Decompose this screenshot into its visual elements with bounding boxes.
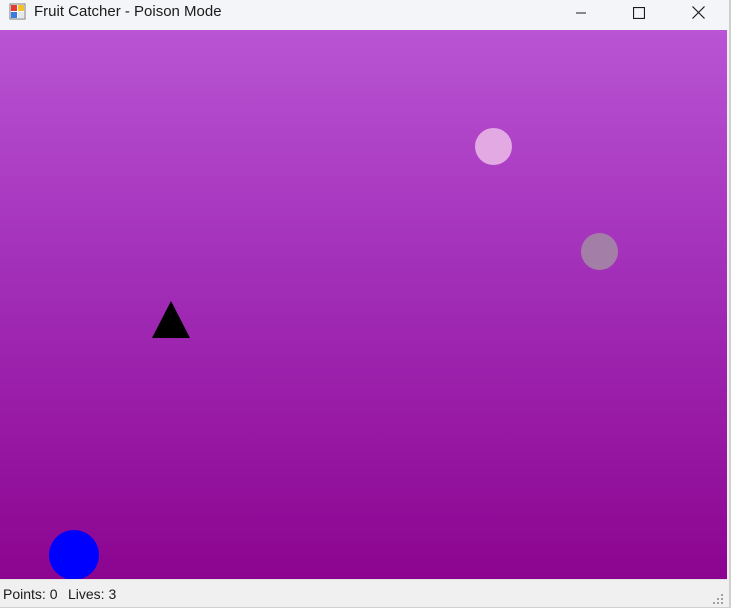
poison-triangle xyxy=(152,301,190,338)
minimize-button[interactable] xyxy=(552,0,610,30)
player-catcher[interactable] xyxy=(49,530,99,579)
resize-grip-icon[interactable] xyxy=(710,591,724,605)
status-bar: Points: 0 Lives: 3 xyxy=(0,579,727,607)
close-icon xyxy=(691,6,705,24)
falling-fruit-grey xyxy=(581,233,618,270)
app-icon xyxy=(9,3,26,20)
app-window: Fruit Catcher - Poison Mode Points: 0 Li… xyxy=(0,0,731,608)
title-bar[interactable]: Fruit Catcher - Poison Mode xyxy=(0,0,729,30)
falling-fruit-pink xyxy=(475,128,512,165)
window-title: Fruit Catcher - Poison Mode xyxy=(34,3,222,20)
points-label: Points: 0 xyxy=(3,586,58,602)
maximize-button[interactable] xyxy=(610,0,668,30)
minimize-icon xyxy=(575,6,587,24)
lives-label: Lives: 3 xyxy=(68,586,117,602)
game-canvas[interactable] xyxy=(0,30,727,579)
close-button[interactable] xyxy=(669,0,727,30)
maximize-icon xyxy=(632,6,646,24)
